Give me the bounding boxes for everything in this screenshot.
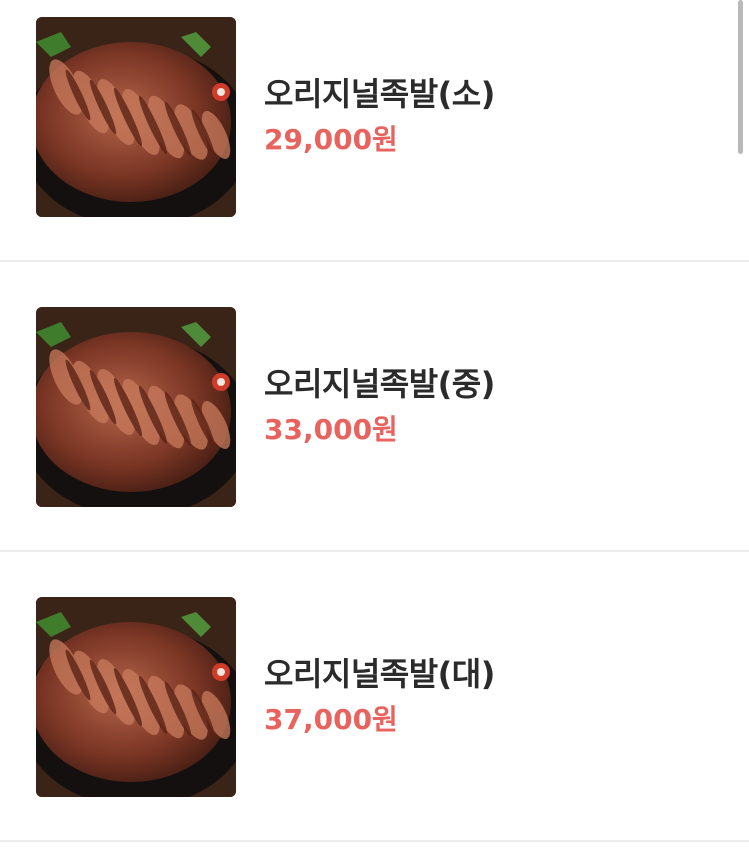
jokbal-image-icon (36, 307, 236, 507)
item-price: 29,000원 (264, 123, 398, 156)
food-thumbnail (36, 17, 236, 217)
food-thumbnail (36, 597, 236, 797)
item-info: 오리지널족발(소) 29,000원 (264, 72, 495, 160)
jokbal-image-icon (36, 17, 236, 217)
jokbal-image-icon (36, 597, 236, 797)
item-name: 오리지널족발(중) (264, 365, 495, 403)
divider (0, 840, 749, 842)
item-name: 오리지널족발(소) (264, 75, 495, 113)
item-price: 33,000원 (264, 413, 398, 446)
item-info: 오리지널족발(대) 37,000원 (264, 652, 495, 740)
item-price: 37,000원 (264, 703, 398, 736)
menu-item-small[interactable]: 오리지널족발(소) 29,000원 (0, 0, 749, 262)
menu-item-large[interactable]: 오리지널족발(대) 37,000원 (0, 552, 749, 842)
menu-item-medium[interactable]: 오리지널족발(중) 33,000원 (0, 262, 749, 552)
menu-list: 오리지널족발(소) 29,000원 오리지널족발(중) 33,000원 오리지널… (0, 0, 749, 842)
food-thumbnail (36, 307, 236, 507)
item-name: 오리지널족발(대) (264, 655, 495, 693)
scrollbar[interactable] (738, 0, 743, 154)
item-info: 오리지널족발(중) 33,000원 (264, 362, 495, 450)
